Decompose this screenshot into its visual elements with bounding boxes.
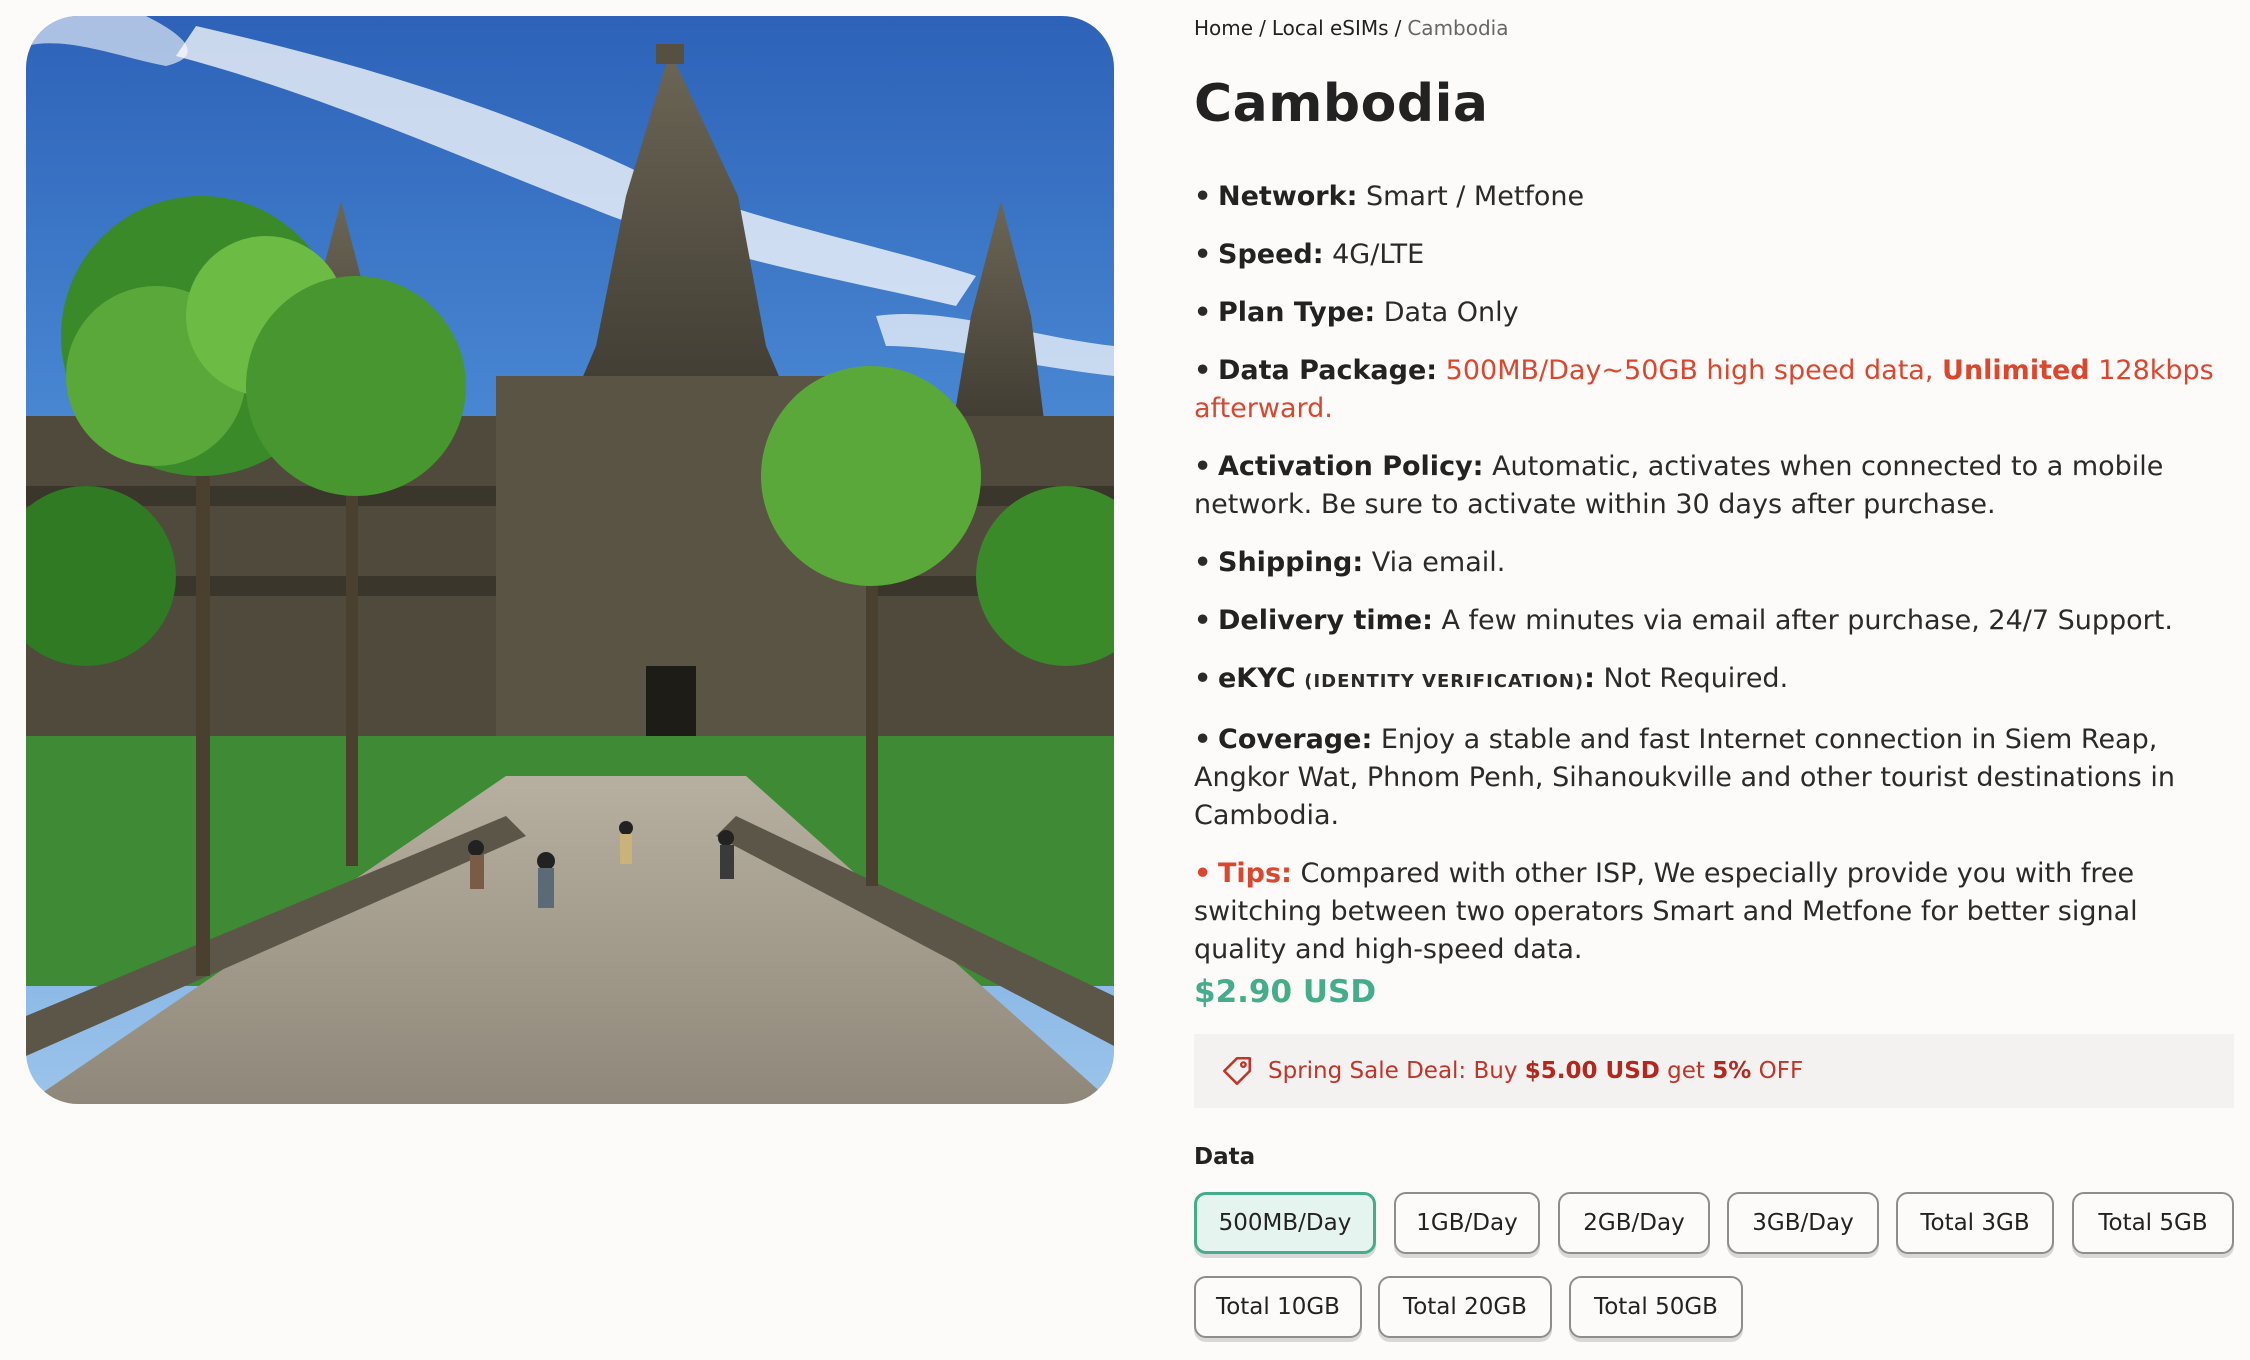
feature-label: Coverage: <box>1218 724 1373 755</box>
bullet-icon: • <box>1194 663 1212 694</box>
feature-value: Not Required. <box>1603 663 1789 694</box>
feature-value: 4G/LTE <box>1332 239 1425 270</box>
feature-plan-type: • Plan Type: Data Only <box>1194 294 2234 332</box>
breadcrumb-separator: / <box>1394 16 1402 40</box>
feature-label-colon: : <box>1584 663 1595 694</box>
breadcrumb-home-link[interactable]: Home <box>1194 16 1253 40</box>
feature-value: Via email. <box>1371 547 1506 578</box>
data-option-1gb-day[interactable]: 1GB/Day <box>1394 1192 1540 1254</box>
feature-delivery-time: • Delivery time: A few minutes via email … <box>1194 602 2234 640</box>
product-page: Home / Local eSIMs / Cambodia Cambodia • Netw… <box>0 0 2250 1360</box>
feature-speed: • Speed: 4G/LTE <box>1194 236 2234 274</box>
feature-coverage: • Coverage: Enjoy a stable and fast Inter… <box>1194 721 2234 835</box>
data-option-total-5gb[interactable]: Total 5GB <box>2072 1192 2234 1254</box>
feature-activation-policy: • Activation Policy: Automatic, activates… <box>1194 448 2234 524</box>
breadcrumb-local-esims-link[interactable]: Local eSIMs <box>1272 16 1389 40</box>
bullet-icon: • <box>1194 355 1212 386</box>
feature-label: Speed: <box>1218 239 1324 270</box>
feature-value: Data Only <box>1383 297 1519 328</box>
feature-data-package: • Data Package: 500MB/Day~50GB high speed… <box>1194 352 2234 428</box>
feature-list: • Network: Smart / Metfone • Speed: 4G/LTE… <box>1194 178 2234 989</box>
deal-percent: 5% <box>1712 1058 1752 1084</box>
bullet-icon: • <box>1194 297 1212 328</box>
bullet-icon: • <box>1194 451 1212 482</box>
angkor-wat-photo <box>26 16 1114 1104</box>
sale-deal-banner: Spring Sale Deal: Buy $5.00 USD get 5% O… <box>1194 1034 2234 1108</box>
bullet-icon: • <box>1194 547 1212 578</box>
bullet-icon: • <box>1194 239 1212 270</box>
bullet-icon: • <box>1194 724 1212 755</box>
feature-value: A few minutes via email after purchase, … <box>1441 605 2173 636</box>
feature-tips: • Tips: Compared with other ISP, We espec… <box>1194 855 2234 969</box>
feature-value: Compared with other ISP, We especially p… <box>1194 858 2138 965</box>
data-package-text: 500MB/Day~50GB high speed data, <box>1445 355 1934 386</box>
deal-post: OFF <box>1758 1058 1804 1084</box>
data-option-total-10gb[interactable]: Total 10GB <box>1194 1276 1362 1338</box>
feature-label: Network: <box>1218 181 1358 212</box>
price: $2.90 USD <box>1194 974 1377 1010</box>
deal-pre: Spring Sale Deal: Buy <box>1268 1058 1518 1084</box>
data-package-unlimited: Unlimited <box>1942 355 2090 386</box>
feature-label: Data Package: <box>1218 355 1438 386</box>
data-option-2gb-day[interactable]: 2GB/Day <box>1558 1192 1710 1254</box>
feature-value: Smart / Metfone <box>1365 181 1585 212</box>
feature-network: • Network: Smart / Metfone <box>1194 178 2234 216</box>
breadcrumb-current: Cambodia <box>1407 16 1509 40</box>
deal-text: Spring Sale Deal: Buy $5.00 USD get 5% O… <box>1268 1058 1803 1084</box>
feature-shipping: • Shipping: Via email. <box>1194 544 2234 582</box>
bullet-icon: • <box>1194 858 1212 889</box>
bullet-icon: • <box>1194 181 1212 212</box>
feature-label-sub: (IDENTITY VERIFICATION) <box>1304 671 1585 692</box>
feature-label: Tips: <box>1218 858 1292 889</box>
data-option-label: Data <box>1194 1144 1256 1170</box>
breadcrumb: Home / Local eSIMs / Cambodia <box>1194 16 1509 40</box>
breadcrumb-separator: / <box>1259 16 1266 40</box>
feature-label: Activation Policy: <box>1218 451 1484 482</box>
feature-label: Plan Type: <box>1218 297 1376 328</box>
data-option-total-50gb[interactable]: Total 50GB <box>1569 1276 1743 1338</box>
deal-mid: get <box>1667 1058 1705 1084</box>
feature-label: Delivery time: <box>1218 605 1433 636</box>
data-option-500mb-day[interactable]: 500MB/Day <box>1194 1192 1376 1254</box>
feature-ekyc: • eKYC (IDENTITY VERIFICATION): Not Requi… <box>1194 660 2234 701</box>
data-option-total-3gb[interactable]: Total 3GB <box>1896 1192 2054 1254</box>
price-tag-icon <box>1222 1056 1252 1086</box>
data-option-total-20gb[interactable]: Total 20GB <box>1378 1276 1552 1338</box>
bullet-icon: • <box>1194 605 1212 636</box>
deal-amount: $5.00 USD <box>1524 1058 1660 1084</box>
feature-label: eKYC <box>1218 663 1296 694</box>
page-title: Cambodia <box>1194 74 1489 134</box>
product-image <box>26 16 1114 1104</box>
feature-label: Shipping: <box>1218 547 1364 578</box>
data-option-3gb-day[interactable]: 3GB/Day <box>1727 1192 1879 1254</box>
